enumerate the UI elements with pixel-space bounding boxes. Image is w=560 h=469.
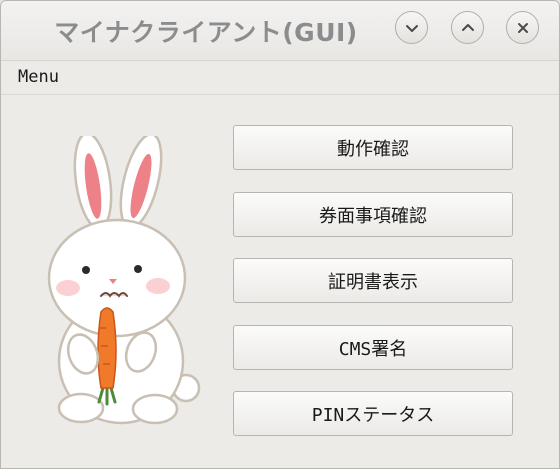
menu-menu[interactable]: Menu xyxy=(18,67,59,87)
window-title: マイナクライアント(GUI) xyxy=(54,18,358,47)
close-icon xyxy=(517,22,528,33)
certificate-display-button[interactable]: 証明書表示 xyxy=(233,258,513,303)
chevron-up-icon xyxy=(461,23,474,31)
title-bar[interactable]: マイナクライアント(GUI) xyxy=(1,1,559,61)
ticket-check-button[interactable]: 券面事項確認 xyxy=(233,192,513,237)
menu-bar: Menu xyxy=(1,61,559,95)
close-button[interactable] xyxy=(506,11,539,44)
maximize-button[interactable] xyxy=(451,11,484,44)
rabbit-with-carrot-icon xyxy=(47,136,201,425)
cms-sign-button[interactable]: CMS署名 xyxy=(233,325,513,370)
chevron-down-icon xyxy=(405,24,418,32)
pin-status-button[interactable]: PINステータス xyxy=(233,391,513,436)
main-window: マイナクライアント(GUI) Menu 動作確認 券面事項確認 証明書表示 CM… xyxy=(0,0,560,469)
content-area: 動作確認 券面事項確認 証明書表示 CMS署名 PINステータス xyxy=(1,96,559,468)
operation-check-button[interactable]: 動作確認 xyxy=(233,125,513,170)
minimize-button[interactable] xyxy=(395,11,428,44)
